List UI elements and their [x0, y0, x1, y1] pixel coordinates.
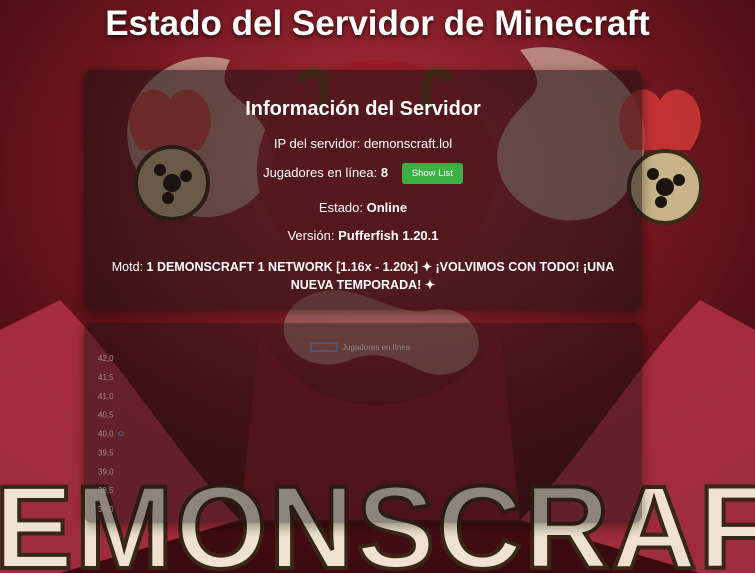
y-tick-label: 41,0	[98, 392, 114, 401]
legend-label[interactable]: Jugadores en línea	[342, 343, 411, 352]
y-tick-label: 39,5	[98, 448, 114, 457]
show-list-button[interactable]: Show List	[401, 163, 463, 184]
y-tick-label: 41,5	[98, 373, 114, 382]
server-ip-label: IP del servidor:	[273, 136, 361, 151]
players-chart-card: Jugadores en línea 42,0 41,5 41,0 40,5 40,0 39…	[84, 323, 642, 523]
players-online-row: Jugadores en línea: 8 Show List	[84, 163, 642, 184]
y-tick-label: 39,0	[98, 467, 114, 476]
server-version-row: Versión: Pufferfish 1.20.1	[84, 228, 642, 243]
server-status-row: Estado: Online	[84, 200, 642, 215]
players-online-count: 8	[380, 164, 389, 180]
server-ip-value: demonscraft.lol	[363, 136, 453, 151]
server-info-heading: Información del Servidor	[245, 98, 481, 120]
server-version-label: Versión:	[287, 228, 335, 243]
y-tick-label: 38,5	[98, 486, 114, 495]
server-status-value: Online	[366, 200, 408, 215]
server-version-value: Pufferfish 1.20.1	[338, 228, 439, 243]
server-motd-line-1: 1 DEMONSCRAFT 1 NETWORK [1.16x - 1.20x] …	[146, 260, 615, 274]
server-info-card: Información del Servidor IP del servidor…	[84, 70, 642, 310]
server-motd-label: Motd:	[111, 260, 144, 274]
y-tick-label: 40,0	[98, 430, 114, 439]
server-motd-row: Motd: 1 DEMONSCRAFT 1 NETWORK [1.16x - 1…	[84, 259, 642, 292]
y-tick-label: 40,5	[98, 411, 114, 420]
server-motd-line-2: NUEVA TEMPORADA! ✦	[290, 278, 436, 292]
data-point[interactable]	[118, 430, 124, 437]
players-chart: Jugadores en línea 42,0 41,5 41,0 40,5 40,0 39…	[98, 342, 411, 514]
y-tick-label: 42,0	[98, 354, 114, 363]
players-online-label: Jugadores en línea:	[263, 164, 378, 180]
legend-swatch[interactable]	[310, 342, 338, 352]
y-tick-label: 38,0	[98, 505, 114, 514]
server-status-label: Estado:	[318, 200, 363, 215]
page-title: Estado del Servidor de Minecraft	[105, 4, 650, 43]
server-ip-row: IP del servidor: demonscraft.lol	[84, 136, 642, 151]
